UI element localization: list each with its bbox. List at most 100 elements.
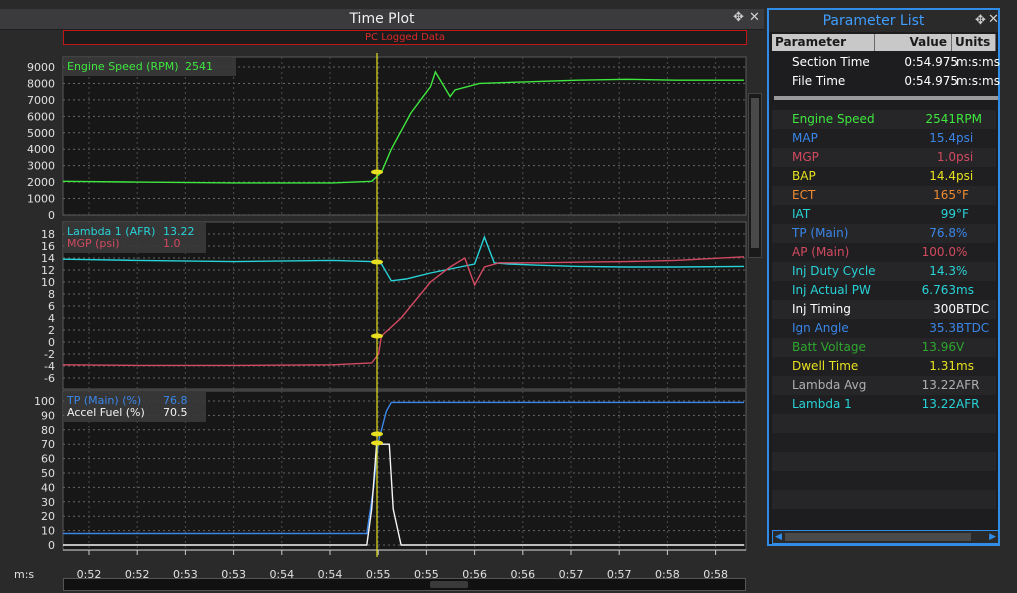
param-unit: % — [956, 264, 968, 278]
parameter-row[interactable]: Dwell Time 1.31 ms — [772, 357, 996, 376]
parameter-row[interactable]: Ign Angle 35.3 BTDC — [772, 319, 996, 338]
param-name: Inj Duty Cycle — [792, 264, 876, 278]
scroll-left-icon[interactable]: ◀ — [775, 532, 782, 542]
column-header-units[interactable]: Units — [952, 34, 996, 51]
parameter-row[interactable]: BAP 14.4 psi — [772, 167, 996, 186]
column-header-parameter[interactable]: Parameter — [772, 34, 875, 51]
vertical-scrollbar[interactable] — [748, 93, 762, 258]
parameter-list-window: Parameter List ✥ ✕ Parameter Value Units… — [767, 8, 1000, 546]
parameter-row[interactable]: Inj Duty Cycle 14.3% — [772, 262, 996, 281]
param-value: 13.22 — [921, 397, 956, 411]
y-tick-label: 80 — [41, 424, 55, 437]
y-tick-label: -6 — [44, 372, 55, 385]
param-unit: ms — [956, 359, 974, 373]
param-value: 1.31 — [929, 359, 956, 373]
param-value: 0:54.975 — [904, 55, 958, 69]
parameter-row[interactable]: MAP 15.4 psi — [772, 129, 996, 148]
legend-label: MGP (psi) — [67, 237, 120, 250]
time-row[interactable]: File Time 0:54.975 m:s:ms — [772, 72, 1000, 91]
y-tick-label: 30 — [41, 496, 55, 509]
parameter-row[interactable]: TP (Main) 76.8% — [772, 224, 996, 243]
parameter-row[interactable]: Engine Speed 2541 RPM — [772, 110, 996, 129]
y-tick-label: 4000 — [27, 143, 55, 156]
parameter-list-scroll-thumb[interactable] — [785, 533, 971, 541]
column-header-value[interactable]: Value — [875, 34, 952, 51]
y-tick-label: 6000 — [27, 110, 55, 123]
parameter-list-divider — [774, 96, 998, 100]
param-value: 14.3 — [929, 264, 956, 278]
param-unit: °F — [956, 188, 969, 202]
time-plot-titlebar[interactable]: Time Plot ✥ ✕ — [0, 9, 764, 30]
param-value: 165 — [933, 188, 956, 202]
param-name: Dwell Time — [792, 359, 859, 373]
cursor-marker — [371, 333, 383, 339]
parameter-row[interactable]: ECT 165 °F — [772, 186, 996, 205]
param-value: 300 — [933, 302, 956, 316]
time-plot-title: Time Plot — [349, 11, 415, 27]
parameter-row-empty[interactable] — [772, 414, 996, 433]
parameter-row[interactable]: Lambda Avg 13.22 AFR — [772, 376, 996, 395]
time-plot-chart[interactable]: 9000800070006000500040003000200010000Eng… — [0, 45, 764, 593]
horizontal-scroll-thumb[interactable] — [430, 581, 468, 588]
param-unit: RPM — [956, 112, 982, 126]
param-name: IAT — [792, 207, 811, 221]
y-tick-label: 5000 — [27, 127, 55, 140]
param-unit: psi — [956, 150, 974, 164]
parameter-row-empty[interactable] — [772, 471, 996, 490]
legend-value: 70.5 — [163, 406, 188, 419]
param-name: BAP — [792, 169, 816, 183]
scroll-right-icon[interactable]: ▶ — [989, 532, 996, 542]
cursor-marker — [371, 259, 383, 265]
y-tick-label: 10 — [41, 525, 55, 538]
param-value: 14.4 — [929, 169, 956, 183]
parameter-list-scrollbar[interactable]: ◀ ▶ — [772, 530, 999, 544]
parameter-row[interactable]: Inj Actual PW 6.763 ms — [772, 281, 996, 300]
parameter-row[interactable]: IAT 99 °F — [772, 205, 996, 224]
parameter-row-empty[interactable] — [772, 433, 996, 452]
parameter-list-header: Parameter Value Units — [772, 34, 996, 51]
param-name: Lambda 1 — [792, 397, 852, 411]
plot-panel-1[interactable] — [62, 56, 747, 216]
parameter-row-empty[interactable] — [772, 452, 996, 471]
time-plot-window: Time Plot ✥ ✕ PC Logged Data 9000 8000 700… — [0, 9, 764, 593]
time-row[interactable]: Section Time 0:54.975 m:s:ms — [772, 53, 1000, 72]
cursor-marker — [371, 169, 383, 175]
dock-icon[interactable]: ✥ — [733, 10, 744, 26]
horizontal-scrollbar[interactable] — [63, 578, 746, 591]
param-unit: °F — [956, 207, 969, 221]
param-unit: % — [956, 226, 968, 240]
parameter-row[interactable]: Batt Voltage 13.96 V — [772, 338, 996, 357]
plot-area[interactable]: 9000 8000 7000 6000 5000 4000 3000 2000 1000 0 Eng… — [0, 45, 764, 593]
parameter-row-empty[interactable] — [772, 490, 996, 509]
parameter-row[interactable]: Lambda 1 13.22 AFR — [772, 395, 996, 414]
param-value: 35.3 — [929, 321, 956, 335]
y-tick-label: 2000 — [27, 176, 55, 189]
param-value: 1.0 — [936, 150, 956, 164]
close-icon[interactable]: ✕ — [988, 12, 999, 28]
parameter-row[interactable]: Inj Timing 300 BTDC — [772, 300, 996, 319]
param-name: Inj Actual PW — [792, 283, 871, 297]
parameter-row[interactable]: AP (Main) 100.0% — [772, 243, 996, 262]
dock-icon[interactable]: ✥ — [975, 13, 986, 29]
param-name: Inj Timing — [792, 302, 851, 316]
cursor-marker — [371, 440, 383, 446]
param-value: 99 — [940, 207, 956, 221]
param-unit: m:s:ms — [956, 74, 1000, 88]
cursor-marker — [371, 431, 383, 437]
parameter-list-titlebar[interactable]: Parameter List ✥ ✕ — [769, 10, 999, 32]
y-tick-label: 0 — [48, 539, 55, 552]
param-value: 76.8 — [929, 226, 956, 240]
y-tick-label: 70 — [41, 438, 55, 451]
close-icon[interactable]: ✕ — [749, 10, 760, 26]
param-unit: AFR — [956, 378, 980, 392]
param-unit: ms — [956, 283, 974, 297]
vertical-scroll-thumb[interactable] — [751, 98, 759, 248]
y-tick-label: 0 — [48, 209, 55, 222]
x-axis-unit: m:s — [14, 568, 34, 581]
y-tick-label: 1000 — [27, 193, 55, 206]
legend-label: Engine Speed (RPM) — [67, 60, 179, 73]
param-name: ECT — [792, 188, 816, 202]
parameter-row[interactable]: MGP 1.0 psi — [772, 148, 996, 167]
param-value: 13.96 — [921, 340, 956, 354]
param-unit: BTDC — [956, 302, 990, 316]
